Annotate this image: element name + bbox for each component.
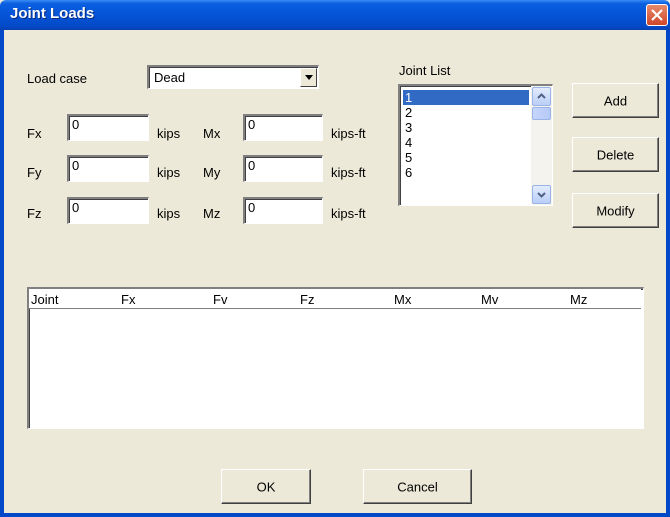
chevron-up-icon <box>537 93 546 99</box>
fz-label: Fz <box>27 206 42 221</box>
cancel-button[interactable]: Cancel <box>363 469 472 504</box>
fx-input[interactable]: 0 <box>67 114 149 141</box>
window-title: Joint Loads <box>10 5 95 22</box>
load-case-label: Load case <box>27 71 87 86</box>
mz-label: Mz <box>203 206 221 221</box>
cancel-button-label: Cancel <box>397 479 438 494</box>
window-frame-left <box>0 30 4 517</box>
modify-button[interactable]: Modify <box>572 193 659 228</box>
joint-list-label: Joint List <box>399 63 451 78</box>
joint-list-item[interactable]: 2 <box>403 105 529 120</box>
title-bar: Joint Loads <box>0 0 670 30</box>
mx-unit: kips-ft <box>331 126 366 141</box>
window-frame-bottom <box>0 513 670 517</box>
mx-input[interactable]: 0 <box>243 114 323 141</box>
joint-list-item[interactable]: 6 <box>403 165 529 180</box>
fz-unit: kips <box>157 206 181 221</box>
add-button-label: Add <box>603 93 628 108</box>
fy-unit: kips <box>157 165 181 180</box>
fy-input[interactable]: 0 <box>67 155 149 182</box>
chevron-down-icon <box>305 75 313 80</box>
column-header[interactable]: Fx <box>121 292 135 307</box>
mz-unit: kips-ft <box>331 206 366 221</box>
load-case-value: Dead <box>154 70 186 85</box>
add-button[interactable]: Add <box>572 83 659 118</box>
my-unit: kips-ft <box>331 165 366 180</box>
ok-button[interactable]: OK <box>221 469 311 504</box>
column-header[interactable]: Joint <box>31 292 58 307</box>
window-frame-right <box>666 30 670 517</box>
joint-list-item[interactable]: 5 <box>403 150 529 165</box>
column-header[interactable]: Fv <box>213 292 227 307</box>
fz-input[interactable]: 0 <box>67 197 149 224</box>
delete-button[interactable]: Delete <box>572 137 659 172</box>
column-header[interactable]: Mz <box>570 292 587 307</box>
scroll-down-button[interactable] <box>532 185 551 204</box>
delete-button-label: Delete <box>596 147 635 162</box>
column-header[interactable]: Mx <box>394 292 411 307</box>
column-header[interactable]: Fz <box>300 292 314 307</box>
fx-unit: kips <box>157 126 181 141</box>
load-case-dropdown-button[interactable] <box>300 68 317 87</box>
column-header[interactable]: Mv <box>481 292 498 307</box>
chevron-down-icon <box>537 192 546 198</box>
my-input[interactable]: 0 <box>243 155 323 182</box>
fx-label: Fx <box>27 126 42 141</box>
scroll-up-button[interactable] <box>532 87 551 106</box>
joint-list-item[interactable]: 4 <box>403 135 529 150</box>
modify-button-label: Modify <box>596 203 635 218</box>
close-button[interactable] <box>646 4 668 26</box>
load-case-select[interactable]: Dead <box>147 65 319 89</box>
table-header: Joint Fx Fv Fz Mx Mv Mz <box>29 289 641 309</box>
mx-label: Mx <box>203 126 221 141</box>
fy-label: Fy <box>27 165 42 180</box>
joint-list-item[interactable]: 3 <box>403 120 529 135</box>
mz-input[interactable]: 0 <box>243 197 323 224</box>
loads-table[interactable]: Joint Fx Fv Fz Mx Mv Mz <box>27 287 644 429</box>
ok-button-label: OK <box>256 479 276 494</box>
joint-list-item[interactable]: 1 <box>403 90 529 105</box>
close-icon <box>651 9 663 21</box>
scroll-thumb[interactable] <box>532 107 551 120</box>
joint-list[interactable]: 1 2 3 4 5 6 <box>398 84 553 206</box>
my-label: My <box>203 165 221 180</box>
joint-list-scrollbar[interactable] <box>531 86 552 205</box>
